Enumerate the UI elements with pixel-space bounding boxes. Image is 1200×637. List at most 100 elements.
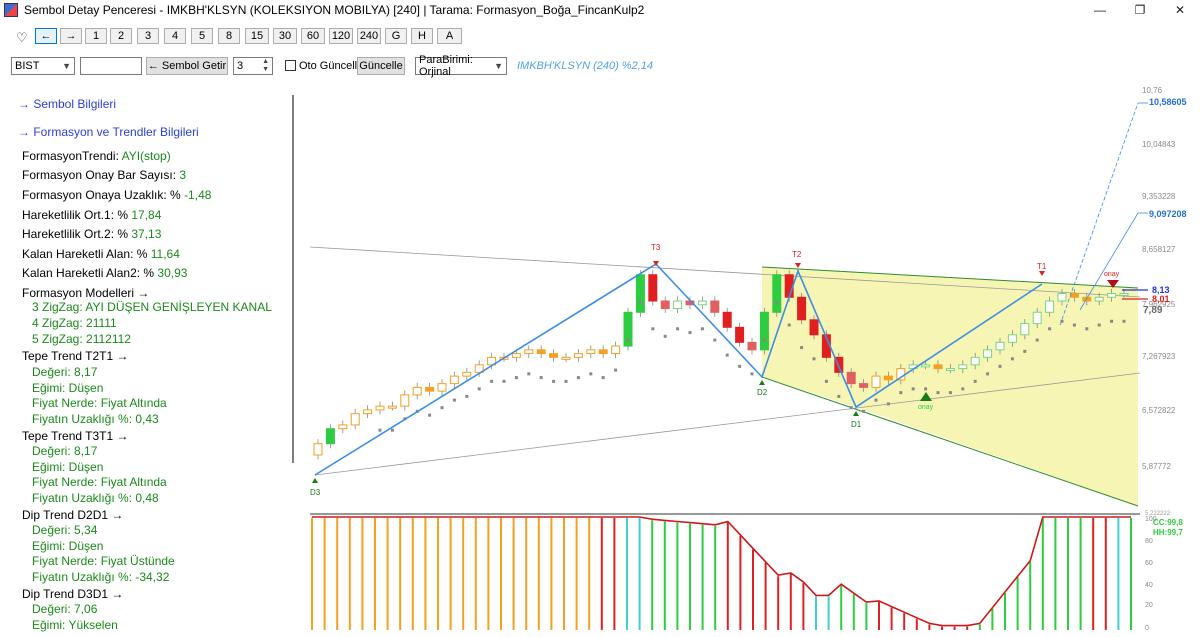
forward-button[interactable]: →	[60, 28, 82, 44]
count-value: 3	[237, 60, 244, 72]
candle	[387, 405, 397, 409]
tf-button-60[interactable]: 60	[301, 28, 325, 44]
candle	[536, 349, 546, 355]
chevron-down-icon: ▼	[62, 61, 71, 71]
candle	[722, 311, 732, 328]
stop-dot	[465, 394, 469, 398]
stop-dot	[1010, 357, 1014, 361]
stop-dot	[1085, 327, 1089, 331]
stepper-arrows-icon[interactable]: ▲ ▼	[262, 58, 269, 74]
candle	[921, 364, 931, 368]
stop-dot	[986, 372, 990, 376]
candle	[313, 443, 323, 456]
heart-icon[interactable]: ♡	[16, 30, 28, 46]
candle	[511, 353, 521, 358]
fetch-symbol-button[interactable]: ← Sembol Getir	[146, 57, 228, 75]
stop-dot	[750, 372, 754, 376]
d2d1-item: Fiyatın Uzaklığı %: -34,32	[32, 570, 170, 584]
t2t1-item: Fiyat Nerde: Fiyat Altında	[32, 396, 167, 410]
info-row-distance: Formasyon Onaya Uzaklık: % -1,48	[22, 188, 212, 202]
tf-button-240[interactable]: 240	[357, 28, 381, 44]
y-tick: 8,658127	[1142, 245, 1176, 254]
y-tick: 10,04843	[1142, 140, 1176, 149]
stop-dot	[1110, 319, 1114, 323]
tf-button-5[interactable]: 5	[191, 28, 213, 44]
pivot-d1: D1	[851, 420, 862, 429]
stop-dot	[713, 338, 717, 342]
back-button[interactable]: ←	[35, 28, 57, 44]
model-item: 4 ZigZag: 21111	[32, 316, 117, 330]
tf-button-4[interactable]: 4	[164, 28, 186, 44]
stop-dot	[626, 338, 630, 342]
close-button[interactable]: ✕	[1160, 0, 1200, 20]
d3-marker-icon	[312, 478, 318, 483]
candle	[995, 341, 1005, 351]
stop-dot	[390, 428, 394, 432]
tf-button-120[interactable]: 120	[329, 28, 353, 44]
stop-dot	[589, 372, 593, 376]
update-button[interactable]: Güncelle	[357, 57, 405, 75]
candle	[400, 394, 410, 407]
panel-splitter[interactable]	[292, 95, 294, 463]
candle	[549, 353, 559, 358]
candle	[1020, 323, 1030, 336]
exchange-select[interactable]: BIST ▼	[11, 57, 75, 75]
candle	[797, 296, 807, 321]
models-title: Formasyon Modelleri →	[22, 286, 150, 300]
pivot-t2: T2	[792, 250, 802, 259]
info-row-confirm-bars: Formasyon Onay Bar Sayısı: 3	[22, 168, 187, 182]
stop-dot	[874, 398, 878, 402]
candle	[648, 274, 658, 302]
stop-dot	[936, 391, 940, 395]
price-chart[interactable]: 10,76 10,04843 9,353228 8,658127 7,96292…	[300, 85, 1200, 637]
currency-select[interactable]: ParaBirimi: Orjinal ▼	[415, 54, 507, 78]
auto-update-checkbox[interactable]	[285, 60, 296, 71]
info-row-mobility1: Hareketlilik Ort.1: % 17,84	[22, 208, 162, 222]
tf-button-a[interactable]: A	[437, 28, 462, 44]
t2t1-item: Fiyatın Uzaklığı %: 0,43	[32, 412, 159, 426]
t3t1-item: Eğimi: Düşen	[32, 460, 104, 474]
info-row-remaining2: Kalan Hareketli Alan2: % 30,93	[22, 266, 188, 280]
d2d1-item: Değeri: 5,34	[32, 523, 98, 537]
tf-button-3[interactable]: 3	[137, 28, 159, 44]
last-price-label: 7,89	[1143, 305, 1163, 316]
stop-dot	[638, 301, 642, 305]
stop-dot	[502, 379, 506, 383]
candle	[586, 349, 596, 355]
symbol-info-link[interactable]: → Sembol Bilgileri	[18, 97, 116, 111]
stop-dot	[514, 376, 518, 380]
candle	[1007, 334, 1017, 343]
stop-dot	[601, 376, 605, 380]
candle	[846, 371, 856, 385]
candle	[759, 311, 769, 351]
d1-marker-icon	[853, 411, 859, 416]
tf-button-2[interactable]: 2	[110, 28, 132, 44]
candle	[350, 413, 360, 426]
tf-button-15[interactable]: 15	[245, 28, 269, 44]
minimize-button[interactable]: —	[1080, 0, 1120, 20]
restore-button[interactable]: ❐	[1120, 0, 1160, 20]
symbol-input[interactable]	[80, 57, 142, 75]
info-row-mobility2: Hareketlilik Ort.2: % 37,13	[22, 227, 162, 241]
count-stepper[interactable]: 3 ▲ ▼	[233, 57, 273, 75]
candle	[573, 353, 583, 358]
y-tick: 7,267923	[1142, 352, 1176, 361]
y-tick: 9,353228	[1142, 192, 1176, 201]
formation-info-link[interactable]: → Formasyon ve Trendler Bilgileri	[18, 125, 199, 139]
tf-button-1[interactable]: 1	[85, 28, 107, 44]
candle	[933, 364, 943, 370]
candle	[673, 300, 683, 310]
stop-dot	[899, 391, 903, 395]
info-panel: → Sembol Bilgileri → Formasyon ve Trendl…	[0, 90, 290, 637]
candle	[412, 386, 422, 396]
d3d1-item: Eğimi: Yükselen	[32, 618, 118, 632]
tf-button-8[interactable]: 8	[218, 28, 240, 44]
tf-button-g[interactable]: G	[385, 28, 407, 44]
candle	[747, 341, 757, 351]
tf-button-30[interactable]: 30	[273, 28, 297, 44]
candle	[772, 274, 782, 313]
stop-dot	[911, 387, 915, 391]
tf-button-h[interactable]: H	[411, 28, 433, 44]
pivot-d3: D3	[310, 488, 321, 497]
t3t1-item: Fiyatın Uzaklığı %: 0,48	[32, 491, 159, 505]
